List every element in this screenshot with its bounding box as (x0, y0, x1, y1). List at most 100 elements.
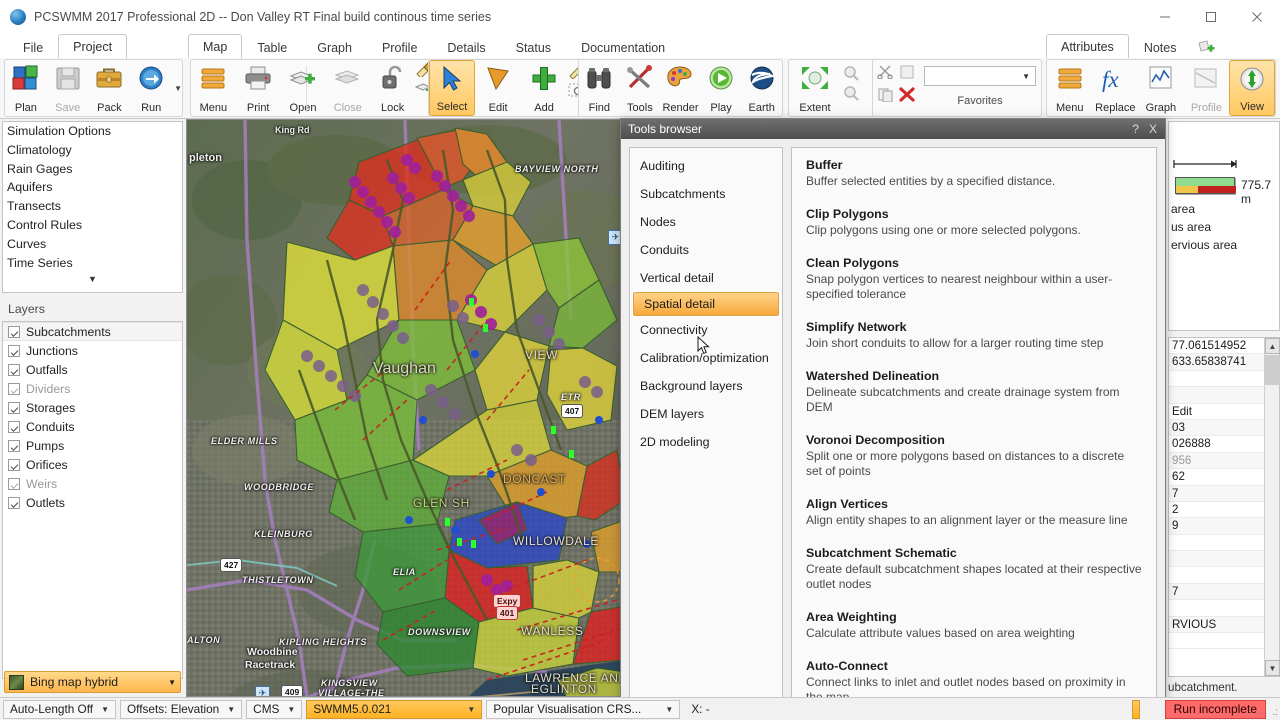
grid-row[interactable] (1169, 535, 1264, 552)
status-units[interactable]: CMS ▼ (246, 699, 303, 719)
grid-row[interactable]: 77.061514952 (1169, 338, 1264, 355)
tool-entry-clip-polygons[interactable]: Clip Polygons Clip polygons using one or… (806, 207, 1142, 238)
print-button[interactable]: Print (236, 60, 281, 116)
tab-project[interactable]: Project (58, 34, 128, 59)
cut-icon[interactable] (877, 64, 895, 82)
tab-file[interactable]: File (8, 35, 58, 59)
sidebar-item-control-rules[interactable]: Control Rules (3, 216, 182, 235)
layer-item-conduits[interactable]: Conduits (3, 417, 182, 436)
tool-list[interactable]: Buffer Buffer selected entities by a spe… (791, 147, 1157, 711)
scroll-down-arrow-icon[interactable]: ▼ (1265, 660, 1280, 676)
minimize-icon[interactable] (1142, 0, 1188, 34)
add-button[interactable]: Add (521, 60, 567, 116)
category-subcatchments[interactable]: Subcatchments (630, 180, 782, 208)
attr-profile-button[interactable]: Profile (1184, 60, 1230, 116)
caret-down-icon[interactable]: ▼ (101, 705, 109, 714)
tool-entry-area-weighting[interactable]: Area Weighting Calculate attribute value… (806, 610, 1142, 641)
status-auto-length[interactable]: Auto-Length Off ▼ (3, 699, 116, 719)
checkbox-checked-icon[interactable] (8, 382, 20, 395)
status-offsets[interactable]: Offsets: Elevation ▼ (120, 699, 243, 719)
maximize-icon[interactable] (1188, 0, 1234, 34)
checkbox-checked-icon[interactable] (8, 363, 20, 376)
resize-grip[interactable]: .: (1272, 707, 1278, 718)
layer-item-weirs[interactable]: Weirs (3, 474, 182, 493)
grid-row[interactable]: 633.65838741 (1169, 354, 1264, 371)
grid-row[interactable]: 2 (1169, 502, 1264, 519)
status-engine-version[interactable]: SWMM5.0.021 ▼ (306, 699, 483, 719)
tab-notes[interactable]: Notes (1129, 35, 1192, 59)
grid-rows-area[interactable]: 77.061514952 633.65838741 Edit 03 026888… (1169, 338, 1264, 676)
grid-row[interactable]: 9 (1169, 518, 1264, 535)
lock-button[interactable]: Lock (370, 60, 415, 116)
copy-icon[interactable] (877, 87, 895, 105)
checkbox-checked-icon[interactable] (8, 401, 20, 414)
view-button[interactable]: View (1229, 60, 1275, 116)
tool-entry-align-vertices[interactable]: Align Vertices Align entity shapes to an… (806, 497, 1142, 528)
grid-row[interactable]: 7 (1169, 485, 1264, 502)
sidebar-item-time-series[interactable]: Time Series (3, 254, 182, 273)
map-canvas[interactable]: King Rd pleton BAYVIEW NORTH Vaughan VIE… (186, 119, 624, 697)
tools-button[interactable]: Tools (620, 60, 661, 116)
attr-graph-button[interactable]: Graph (1138, 60, 1184, 116)
category-auditing[interactable]: Auditing (630, 152, 782, 180)
tool-entry-voronoi-decomposition[interactable]: Voronoi Decomposition Split one or more … (806, 433, 1142, 479)
grid-row[interactable]: 026888 (1169, 436, 1264, 453)
layer-item-orifices[interactable]: Orifices (3, 455, 182, 474)
sidebar-item-climatology[interactable]: Climatology (3, 141, 182, 160)
layer-item-outfalls[interactable]: Outfalls (3, 360, 182, 379)
tool-entry-buffer[interactable]: Buffer Buffer selected entities by a spe… (806, 158, 1142, 189)
category-2d-modeling[interactable]: 2D modeling (630, 428, 782, 456)
chevron-down-icon[interactable]: ▼ (1022, 72, 1035, 81)
play-button[interactable]: Play (701, 60, 742, 116)
checkbox-checked-icon[interactable] (8, 325, 20, 338)
grid-row[interactable]: RVIOUS (1169, 616, 1264, 634)
checkbox-checked-icon[interactable] (8, 344, 20, 357)
layer-item-storages[interactable]: Storages (3, 398, 182, 417)
pack-button[interactable]: Pack (89, 60, 131, 116)
category-vertical-detail[interactable]: Vertical detail (630, 264, 782, 292)
grid-row[interactable]: 7 (1169, 583, 1264, 601)
tool-entry-simplify-network[interactable]: Simplify Network Join short conduits to … (806, 320, 1142, 351)
tab-documentation[interactable]: Documentation (566, 35, 680, 59)
tab-graph[interactable]: Graph (302, 35, 367, 59)
basemap-selector[interactable]: Bing map hybrid ▼ (4, 671, 181, 693)
favorites-input[interactable] (925, 68, 1015, 84)
caret-down-icon[interactable]: ▼ (227, 705, 235, 714)
save-button[interactable]: Save (47, 60, 89, 116)
grid-row[interactable]: Edit (1169, 404, 1264, 420)
sidebar-item-curves[interactable]: Curves (3, 235, 182, 254)
paste-icon[interactable] (898, 64, 916, 82)
favorites-combobox[interactable]: ▼ (924, 66, 1036, 86)
add-note-icon[interactable] (1191, 35, 1223, 59)
close-button[interactable]: Close (325, 60, 370, 116)
category-conduits[interactable]: Conduits (630, 236, 782, 264)
scrollbar-thumb[interactable] (1265, 355, 1280, 385)
grid-row[interactable] (1169, 387, 1264, 404)
tab-table[interactable]: Table (242, 35, 302, 59)
zoom-out-icon[interactable] (841, 84, 861, 104)
plan-button[interactable]: Plan (5, 60, 47, 116)
sidebar-item-rain-gages[interactable]: Rain Gages (3, 160, 182, 179)
help-icon[interactable]: ? (1132, 122, 1139, 136)
layer-item-subcatchments[interactable]: Subcatchments (3, 322, 182, 341)
tab-map[interactable]: Map (188, 34, 243, 59)
chevron-down-icon[interactable]: ▼ (172, 84, 182, 93)
delete-red-x-icon[interactable] (898, 87, 916, 105)
find-button[interactable]: Find (579, 60, 620, 116)
chevron-down-icon[interactable]: ▼ (3, 272, 182, 288)
caret-down-icon[interactable]: ▼ (287, 705, 295, 714)
grid-row[interactable]: 62 (1169, 469, 1264, 486)
replace-button[interactable]: fx Replace (1093, 60, 1139, 116)
tool-category-list[interactable]: Auditing Subcatchments Nodes Conduits Ve… (629, 147, 783, 711)
scroll-up-arrow-icon[interactable]: ▲ (1265, 338, 1280, 354)
attributes-grid[interactable]: 77.061514952 633.65838741 Edit 03 026888… (1168, 337, 1280, 677)
status-crs[interactable]: Popular Visualisation CRS... ▼ (486, 699, 681, 719)
tool-entry-subcatchment-schematic[interactable]: Subcatchment Schematic Create default su… (806, 546, 1142, 592)
close-icon[interactable]: X (1149, 122, 1157, 136)
tool-entry-watershed-delineation[interactable]: Watershed Delineation Delineate subcatch… (806, 369, 1142, 415)
sidebar-item-simulation-options[interactable]: Simulation Options (3, 122, 182, 141)
grid-row[interactable]: 03 (1169, 419, 1264, 437)
tools-browser-dialog[interactable]: Tools browser ? X Auditing Subcatchments… (620, 118, 1166, 720)
grid-row[interactable] (1169, 633, 1264, 650)
edit-button[interactable]: Edit (475, 60, 521, 116)
